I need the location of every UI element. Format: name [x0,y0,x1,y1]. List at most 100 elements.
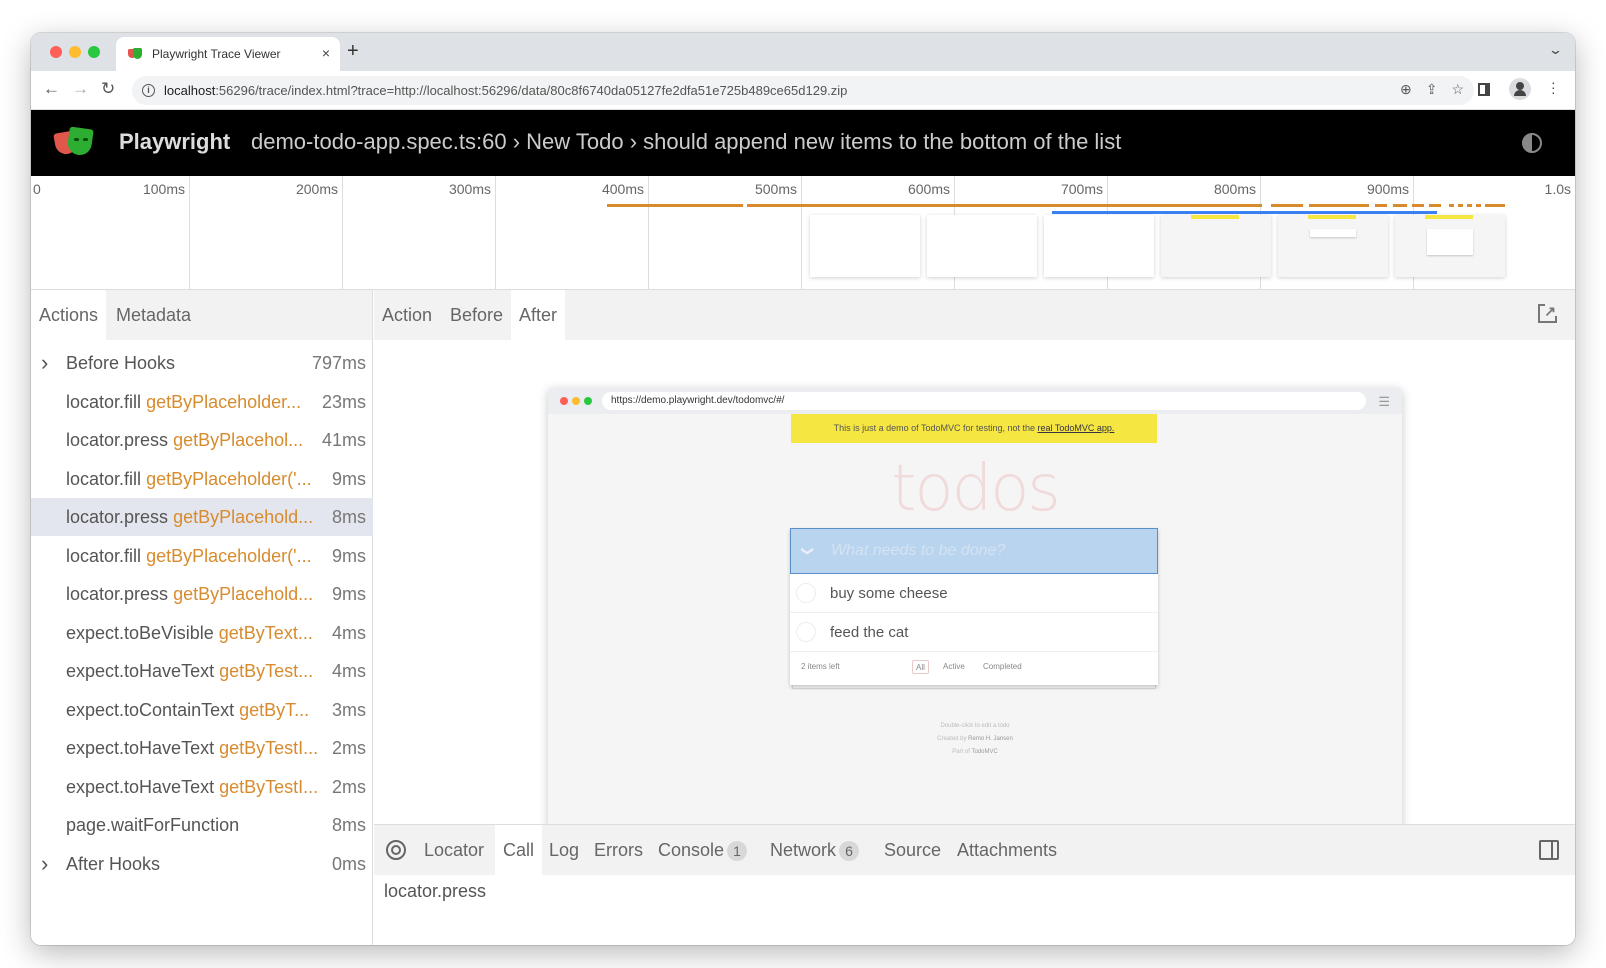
action-name: Before Hooks [66,344,175,382]
action-item[interactable]: expect.toHaveText getByTest... 4ms [31,652,373,690]
timeline-action-bar[interactable] [1271,204,1303,207]
maximize-window-button[interactable] [88,46,100,58]
action-duration: 9ms [331,468,366,489]
minimize-window-button[interactable] [69,46,81,58]
timeline-screenshot-thumbnail[interactable] [1278,215,1388,277]
tab-title: Playwright Trace Viewer [152,47,281,61]
profile-avatar-icon[interactable] [1509,78,1531,100]
tab-action[interactable]: Action [374,290,440,340]
todomvc-link[interactable]: TodoMVC [971,749,997,755]
pick-locator-icon[interactable] [386,840,406,860]
action-duration: 4ms [331,622,366,643]
playwright-favicon-icon [128,48,142,60]
tab-metadata[interactable]: Metadata [108,290,199,340]
timeline-action-bar[interactable] [1393,204,1407,207]
browser-tab[interactable]: Playwright Trace Viewer × [116,37,340,71]
action-selector: getByPlacehold... [173,507,314,527]
zoom-icon[interactable]: ⊕ [1400,81,1412,98]
action-item[interactable]: locator.press getByPlacehol... 41ms [31,421,373,459]
tab-before[interactable]: Before [442,290,511,340]
new-tab-button[interactable]: + [347,40,359,63]
tab-search-chevron-icon[interactable]: ⌄ [1548,42,1563,58]
timeline-action-bar[interactable] [607,204,743,207]
close-tab-icon[interactable]: × [322,45,330,61]
credit-label: Created by [937,736,967,742]
action-item[interactable]: › Before Hooks 797ms [31,344,373,382]
timeline-action-bar[interactable] [1375,204,1387,207]
tab-after[interactable]: After [511,290,566,340]
timeline-network-bar[interactable] [1052,211,1437,214]
timeline-action-bar[interactable] [1458,204,1463,207]
todo-item[interactable]: feed the cat [790,613,1158,652]
tab-console[interactable]: Console 1 [650,825,755,875]
todo-checkbox[interactable] [796,622,816,642]
count-badge: 6 [839,841,860,861]
action-item[interactable]: › After Hooks 0ms [31,845,373,883]
tab-locator[interactable]: Locator [416,825,492,875]
tab-errors[interactable]: Errors [586,825,651,875]
close-window-button[interactable] [50,46,62,58]
toggle-layout-icon[interactable] [1539,840,1559,860]
timeline-screenshot-thumbnail[interactable] [810,215,920,277]
tab-log[interactable]: Log [541,825,587,875]
timeline-action-bar[interactable] [747,204,1262,207]
tab-source[interactable]: Source [876,825,949,875]
tab-call[interactable]: Call [495,825,543,875]
address-row: ← → ↻ i localhost:56296/trace/index.html… [31,71,1575,110]
action-item[interactable]: locator.fill getByPlaceholder('... 9ms [31,537,373,575]
filter-completed[interactable]: Completed [980,660,1025,674]
tab-strip: Playwright Trace Viewer × + ⌄ [31,33,1575,71]
call-details-text: locator.press [384,881,487,901]
action-item[interactable]: expect.toContainText getByT... 3ms [31,691,373,729]
expand-chevron-icon[interactable]: › [41,845,48,883]
timeline-action-bar[interactable] [1449,204,1454,207]
todo-label: buy some cheese [830,585,948,602]
timeline-tick-label: 1.0s [1544,181,1571,197]
timeline-action-bar[interactable] [1485,204,1505,207]
action-item[interactable]: expect.toHaveText getByTestI... 2ms [31,729,373,767]
action-method: expect.toContainText [66,699,235,720]
timeline[interactable]: 0 100ms 200ms 300ms 400ms 500ms 600ms 700ms 800m… [31,176,1575,290]
timeline-action-bar[interactable] [1476,204,1481,207]
reload-icon[interactable]: ↻ [101,79,115,99]
timeline-action-bar[interactable] [1412,204,1424,207]
new-todo-placeholder: What needs to be done? [831,542,1006,559]
action-item[interactable]: page.waitForFunction 8ms [31,806,373,844]
timeline-screenshot-thumbnail[interactable] [1161,215,1271,277]
expand-chevron-icon[interactable]: › [41,344,48,382]
todo-item[interactable]: buy some cheese [790,574,1158,613]
filter-all[interactable]: All [912,660,929,674]
browser-menu-icon[interactable]: · · · [1551,75,1556,99]
theme-toggle-icon[interactable] [1522,133,1542,153]
banner-link[interactable]: real TodoMVC app. [1038,423,1115,433]
tab-attachments[interactable]: Attachments [949,825,1065,875]
credit-author[interactable]: Remo H. Jansen [968,736,1013,742]
url-bar[interactable]: i localhost:56296/trace/index.html?trace… [132,76,1474,105]
page-snapshot: https://demo.playwright.dev/todomvc/#/ ☰… [548,388,1402,893]
action-item[interactable]: locator.fill getByPlaceholder('... 9ms [31,460,373,498]
action-item[interactable]: locator.press getByPlacehold... 9ms [31,575,373,613]
side-panel-icon[interactable] [1478,83,1490,96]
new-todo-input[interactable]: ❯ What needs to be done? [790,528,1158,574]
timeline-action-bar[interactable] [1429,204,1441,207]
tab-actions[interactable]: Actions [31,290,107,340]
timeline-screenshot-thumbnail[interactable] [927,215,1037,277]
action-item[interactable]: locator.press getByPlacehold... 8ms [31,498,373,536]
site-info-icon[interactable]: i [142,84,155,97]
bookmark-star-icon[interactable]: ☆ [1451,81,1464,98]
timeline-screenshot-thumbnail[interactable] [1044,215,1154,277]
back-icon[interactable]: ← [43,79,60,99]
todo-checkbox[interactable] [796,583,816,603]
share-icon[interactable]: ⇪ [1426,81,1438,98]
info-credit: Created by Remo H. Jansen [548,736,1402,742]
action-item[interactable]: expect.toBeVisible getByText... 4ms [31,614,373,652]
tab-network[interactable]: Network 6 [762,825,867,875]
forward-icon[interactable]: → [72,79,89,99]
timeline-action-bar[interactable] [1309,204,1369,207]
toggle-all-chevron-icon[interactable]: ❯ [786,546,830,556]
action-item[interactable]: expect.toHaveText getByTestI... 2ms [31,768,373,806]
timeline-action-bar[interactable] [1467,204,1472,207]
action-item[interactable]: locator.fill getByPlaceholder... 23ms [31,383,373,421]
timeline-screenshot-thumbnail[interactable] [1395,215,1505,277]
filter-active[interactable]: Active [940,660,968,674]
